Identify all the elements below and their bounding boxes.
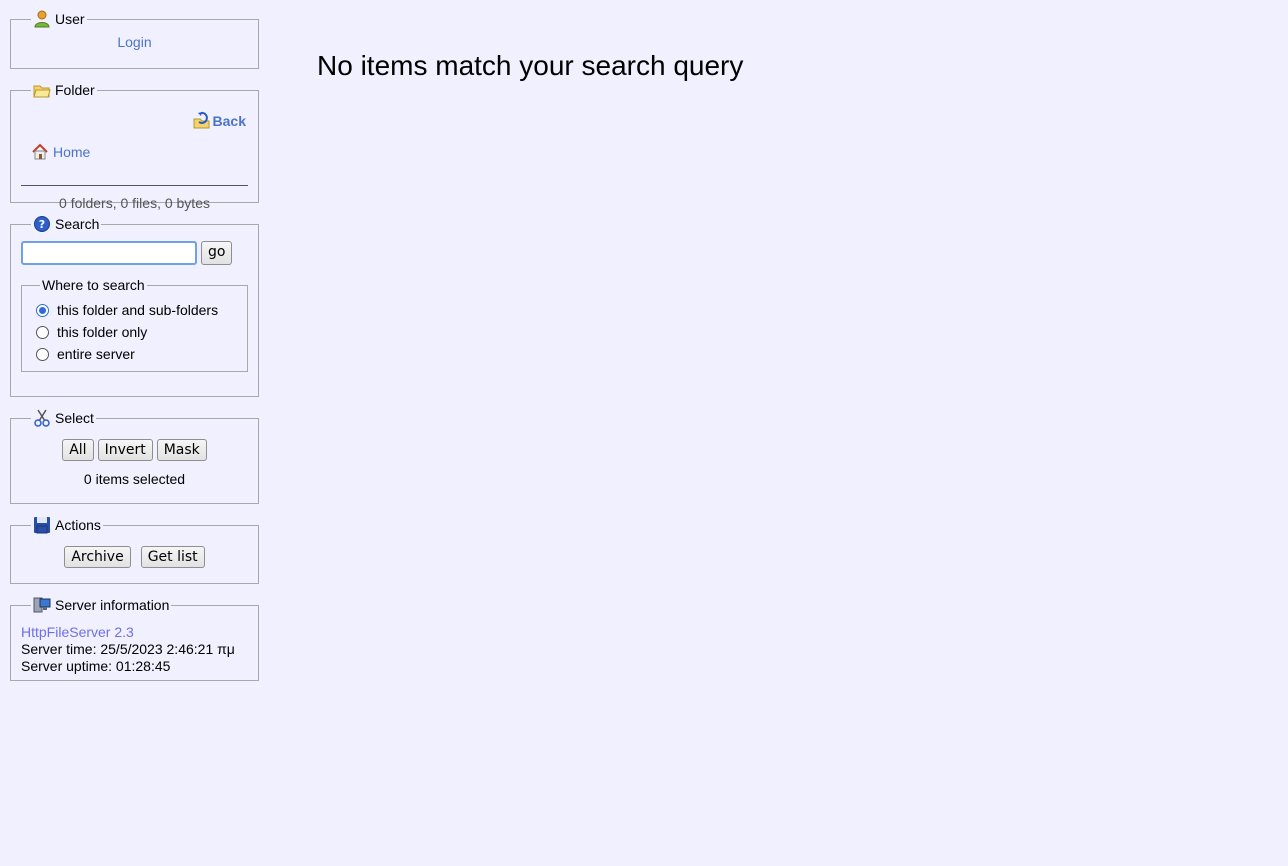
home-icon xyxy=(32,143,48,160)
radio-entire-server[interactable] xyxy=(36,347,49,361)
search-title: Search xyxy=(55,216,100,232)
question-icon: ? xyxy=(34,216,50,232)
select-legend: Select xyxy=(31,409,96,427)
login-link[interactable]: Login xyxy=(117,34,151,50)
radio-label-subfolders: this folder and sub-folders xyxy=(57,302,219,318)
search-input[interactable] xyxy=(21,241,197,265)
folder-divider xyxy=(21,185,248,186)
actions-legend: Actions xyxy=(31,516,103,534)
where-to-search-legend: Where to search xyxy=(42,277,145,293)
search-panel: ? Search go Where to search this folder … xyxy=(10,215,259,397)
scissors-icon xyxy=(34,409,50,427)
folder-stats: 0 folders, 0 files, 0 bytes xyxy=(59,195,210,211)
server-panel: Server information HttpFileServer 2.3 Se… xyxy=(10,596,259,681)
back-folder-icon xyxy=(193,111,210,129)
select-all-button[interactable]: All xyxy=(62,439,94,461)
svg-text:?: ? xyxy=(39,218,45,231)
where-to-search-group: Where to search this folder and sub-fold… xyxy=(21,277,248,372)
folder-title: Folder xyxy=(55,82,95,98)
hfs-link[interactable]: HttpFileServer 2.3 xyxy=(21,624,134,640)
sidebar: User Login Folder Back Home 0 folders, 0… xyxy=(10,10,259,693)
no-results-message: No items match your search query xyxy=(317,50,744,81)
go-button[interactable]: go xyxy=(201,241,233,265)
actions-panel: Actions Archive Get list xyxy=(10,516,259,584)
radio-subfolders[interactable] xyxy=(36,303,49,317)
search-legend: ? Search xyxy=(31,215,101,233)
user-panel: User Login xyxy=(10,10,259,69)
server-legend: Server information xyxy=(31,596,171,614)
radio-label-entire-server: entire server xyxy=(57,346,135,362)
back-label: Back xyxy=(212,113,246,129)
user-legend: User xyxy=(31,10,87,28)
selection-status: 0 items selected xyxy=(83,471,186,487)
select-title: Select xyxy=(55,410,94,426)
radio-folder-only[interactable] xyxy=(36,325,49,339)
mask-button[interactable]: Mask xyxy=(156,439,207,461)
archive-button[interactable]: Archive xyxy=(64,546,131,568)
user-title: User xyxy=(55,11,85,27)
home-link[interactable]: Home xyxy=(31,143,90,161)
select-panel: Select All Invert Mask 0 items selected xyxy=(10,409,259,504)
floppy-disk-icon xyxy=(34,517,50,534)
open-folder-icon xyxy=(33,85,51,98)
radio-option-folder-only[interactable]: this folder only xyxy=(36,321,239,343)
invert-button[interactable]: Invert xyxy=(97,439,153,461)
server-time: Server time: 25/5/2023 2:46:21 πμ xyxy=(21,641,235,657)
computer-icon xyxy=(33,597,51,613)
home-label: Home xyxy=(53,144,91,160)
get-list-button[interactable]: Get list xyxy=(140,546,205,568)
server-title: Server information xyxy=(55,597,170,613)
radio-label-folder-only: this folder only xyxy=(57,324,148,340)
server-uptime: Server uptime: 01:28:45 xyxy=(21,658,171,674)
folder-legend: Folder xyxy=(31,81,97,99)
folder-panel: Folder Back Home 0 folders, 0 files, 0 b… xyxy=(10,81,259,211)
actions-title: Actions xyxy=(55,517,101,533)
user-icon xyxy=(34,10,50,28)
radio-option-subfolders[interactable]: this folder and sub-folders xyxy=(36,299,239,321)
radio-option-entire-server[interactable]: entire server xyxy=(36,343,239,365)
back-link[interactable]: Back xyxy=(193,111,246,129)
